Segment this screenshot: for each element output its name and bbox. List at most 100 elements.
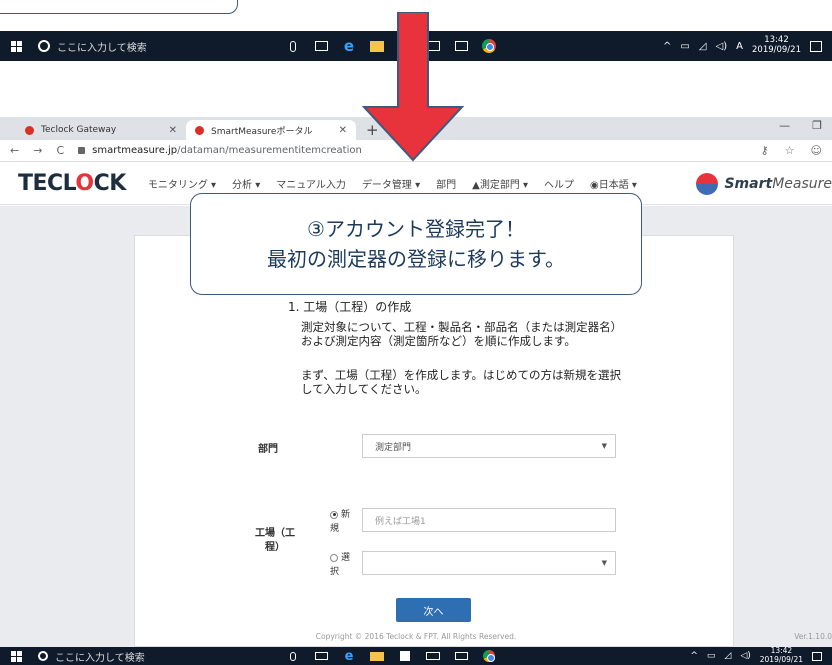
start-button[interactable] [0, 31, 32, 61]
teclock-logo[interactable]: TECLOCK [18, 171, 126, 196]
logo-text-b: CK [93, 171, 127, 196]
star-icon[interactable]: ☆ [785, 144, 795, 157]
reload-icon[interactable]: C [56, 144, 64, 157]
clock-time: 13:42 [764, 35, 789, 46]
down-arrow-icon [361, 12, 465, 162]
copyright: Copyright © 2016 Teclock & FPT. All Righ… [315, 632, 517, 641]
menu-analysis[interactable]: 分析 ▾ [232, 176, 260, 191]
logo-text-o: O [75, 171, 94, 196]
task-view-icon[interactable] [314, 40, 328, 52]
chrome-icon[interactable] [482, 39, 496, 53]
brand-bold: Smart [724, 175, 773, 192]
clock-date: 2019/09/21 [759, 655, 803, 664]
volume-icon[interactable]: ◁) [716, 41, 728, 52]
taskbar-search[interactable]: ここに入力して検索 [32, 647, 232, 665]
factory-label: 工場（工程） [255, 528, 295, 553]
description-paragraph-2: まず、工場（工程）を作成します。はじめての方は新規を選択して入力してください。 [301, 368, 622, 396]
department-select[interactable]: 測定部門 ▼ [362, 434, 616, 458]
menu-manual-input[interactable]: マニュアル入力 [276, 176, 346, 191]
section-title: 1. 工場（工程）の作成 [288, 300, 412, 314]
taskbar-clock[interactable]: 13:42 2019/09/21 [752, 35, 801, 56]
forward-icon[interactable]: → [33, 144, 42, 157]
instruction-callout: ③アカウント登録完了！ 最初の測定器の登録に移ります。 [190, 193, 642, 295]
file-explorer-icon[interactable] [370, 650, 384, 662]
menu-monitoring[interactable]: モニタリング ▾ [148, 176, 216, 191]
start-button[interactable] [0, 647, 32, 665]
store-icon[interactable] [398, 650, 412, 662]
task-view-icon[interactable] [314, 650, 328, 662]
menu-help[interactable]: ヘルプ [544, 176, 574, 191]
url-field[interactable]: smartmeasure.jp/dataman/measurementitemc… [92, 145, 362, 156]
chevron-down-icon: ▼ [601, 559, 607, 567]
teclock-favicon-icon [25, 125, 34, 135]
logo-text-a: TECL [18, 171, 76, 196]
edge-icon[interactable]: e [342, 649, 356, 664]
radio-unchecked-icon [330, 553, 338, 562]
tab-title: Teclock Gateway [41, 125, 117, 135]
edge-icon[interactable]: e [342, 37, 356, 55]
mail-icon[interactable] [426, 650, 440, 662]
chrome-icon[interactable] [482, 650, 496, 662]
menu-data-management[interactable]: データ管理 ▾ [362, 176, 420, 191]
windows-logo-icon [10, 650, 22, 662]
smartmeasure-logo: SmartMeasure [696, 172, 832, 195]
smartmeasure-mark-icon [696, 172, 719, 195]
clock-date: 2019/09/21 [752, 45, 801, 55]
factory-name-input[interactable]: 例えば工場1 [362, 508, 616, 532]
cortana-icon [38, 651, 48, 661]
menu-user[interactable]: ▲測定部門 ▾ [472, 176, 528, 191]
radio-select[interactable]: 選択 [330, 551, 358, 579]
next-button[interactable]: 次へ [396, 598, 471, 622]
department-label: 部門 [258, 444, 278, 455]
callout-line-2: 最初の測定器の登録に移ります。 [267, 247, 565, 271]
microphone-icon[interactable] [286, 650, 300, 662]
tray-chevron-icon[interactable]: ^ [663, 41, 671, 52]
battery-icon[interactable]: ▭ [707, 651, 716, 661]
taskbar-search[interactable]: ここに入力して検索 [32, 31, 232, 61]
notification-icon[interactable] [812, 651, 822, 661]
tab-smartmeasure-portal[interactable]: SmartMeasureポータル ✕ [186, 120, 356, 140]
microphone-icon[interactable] [286, 40, 300, 52]
description-paragraph-1: 測定対象について、工程・製品名・部品名（または測定器名）および測定内容（測定箇所… [301, 320, 623, 348]
tab-teclock-gateway[interactable]: Teclock Gateway ✕ [16, 120, 186, 140]
menu-department[interactable]: 部門 [436, 176, 456, 191]
url-host: smartmeasure.jp [92, 145, 178, 156]
taskbar-clock[interactable]: 13:42 2019/09/21 [760, 647, 803, 664]
version-label: Ver.1.10.0 [794, 632, 832, 641]
radio-checked-icon [330, 510, 338, 519]
lock-icon[interactable] [78, 147, 86, 154]
notification-icon[interactable] [810, 40, 822, 52]
menu-language[interactable]: ◉日本語 ▾ [590, 176, 637, 191]
restore-icon[interactable]: ❐ [812, 119, 822, 132]
minimize-icon[interactable]: — [779, 119, 790, 132]
windows-logo-icon [10, 40, 22, 52]
factory-placeholder: 例えば工場1 [375, 516, 426, 527]
cortana-icon [38, 40, 50, 52]
ime-indicator[interactable]: A [736, 41, 743, 52]
wifi-icon[interactable]: ◿ [699, 41, 707, 52]
close-icon[interactable]: ✕ [169, 125, 177, 136]
radio-new[interactable]: 新規 [330, 508, 358, 536]
department-selected-value: 測定部門 [375, 442, 412, 453]
url-path: /dataman/measurementitemcreation [177, 145, 362, 156]
brand-light: Measure [772, 175, 832, 192]
callout-line-1: ③アカウント登録完了！ [307, 217, 525, 241]
smartmeasure-favicon-icon [195, 125, 204, 135]
close-icon[interactable]: ✕ [339, 125, 347, 136]
tray-chevron-icon[interactable]: ^ [690, 651, 698, 661]
factory-select[interactable]: ▼ [362, 551, 616, 575]
taskbar-search-placeholder: ここに入力して検索 [57, 42, 147, 54]
profile-icon[interactable]: ☺ [811, 144, 822, 157]
back-icon[interactable]: ← [10, 144, 19, 157]
screenshot-stage: ここに入力して検索 e ^ ▭ ◿ ◁) A 13:42 2019/09/21 [0, 0, 832, 665]
windows-taskbar-bottom: ここに入力して検索 e ^ ▭ ◿ ◁) 13:42 2019/09/21 [0, 647, 832, 665]
battery-icon[interactable]: ▭ [680, 41, 689, 52]
wifi-icon[interactable]: ◿ [724, 651, 731, 661]
taskbar-search-placeholder: ここに入力して検索 [55, 652, 145, 664]
window-icon[interactable] [454, 650, 468, 662]
chevron-down-icon: ▼ [601, 442, 607, 450]
tab-title: SmartMeasureポータル [211, 126, 313, 137]
previous-step-callout [0, 0, 238, 14]
volume-icon[interactable]: ◁) [740, 651, 750, 661]
key-icon[interactable]: ⚷ [761, 144, 769, 157]
